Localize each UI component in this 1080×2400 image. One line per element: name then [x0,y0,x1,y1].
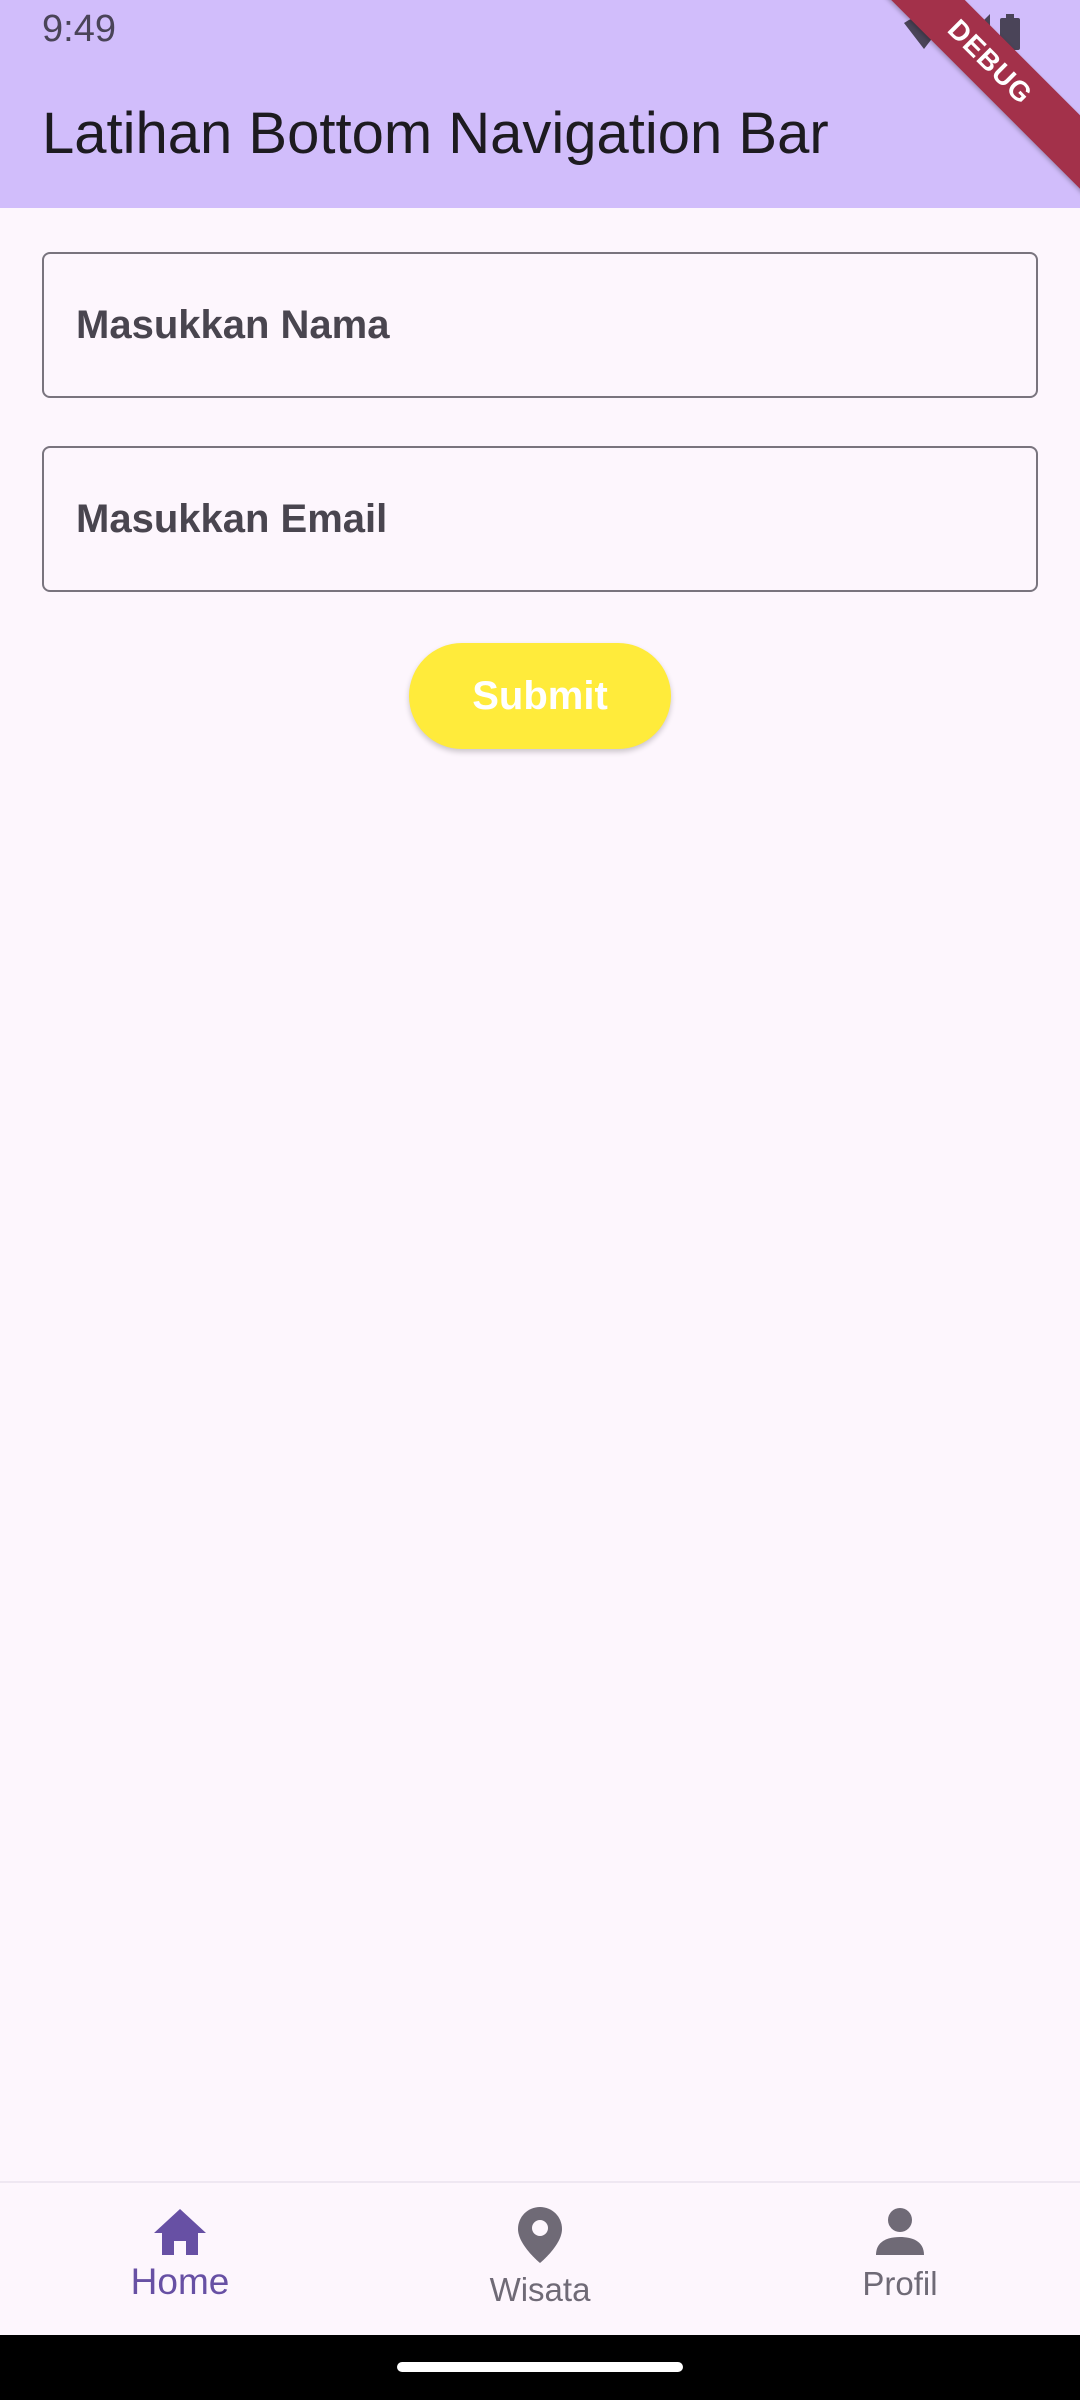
location-pin-icon [518,2207,562,2263]
status-time: 9:49 [42,8,116,50]
home-indicator[interactable] [397,2362,683,2372]
email-field[interactable] [42,446,1038,592]
page-title: Latihan Bottom Navigation Bar [42,101,829,166]
bottom-navigation: Home Wisata Profil [0,2181,1080,2335]
screen: 9:49 Latihan Bottom Navigation Bar DEBUG… [0,0,1080,2400]
name-field[interactable] [42,252,1038,398]
nav-label-home: Home [130,2261,230,2302]
nav-label-wisata: Wisata [489,2271,591,2308]
nav-item-profil[interactable]: Profil [720,2183,1080,2335]
nav-item-wisata[interactable]: Wisata [360,2183,720,2335]
app-bar: 9:49 Latihan Bottom Navigation Bar [0,0,1080,208]
email-input[interactable] [76,448,1036,590]
name-input[interactable] [76,254,1036,396]
nav-label-profil: Profil [862,2265,938,2302]
home-icon [154,2209,206,2255]
submit-button[interactable]: Submit [409,643,671,749]
person-icon [876,2208,924,2255]
nav-item-home[interactable]: Home [0,2183,360,2335]
